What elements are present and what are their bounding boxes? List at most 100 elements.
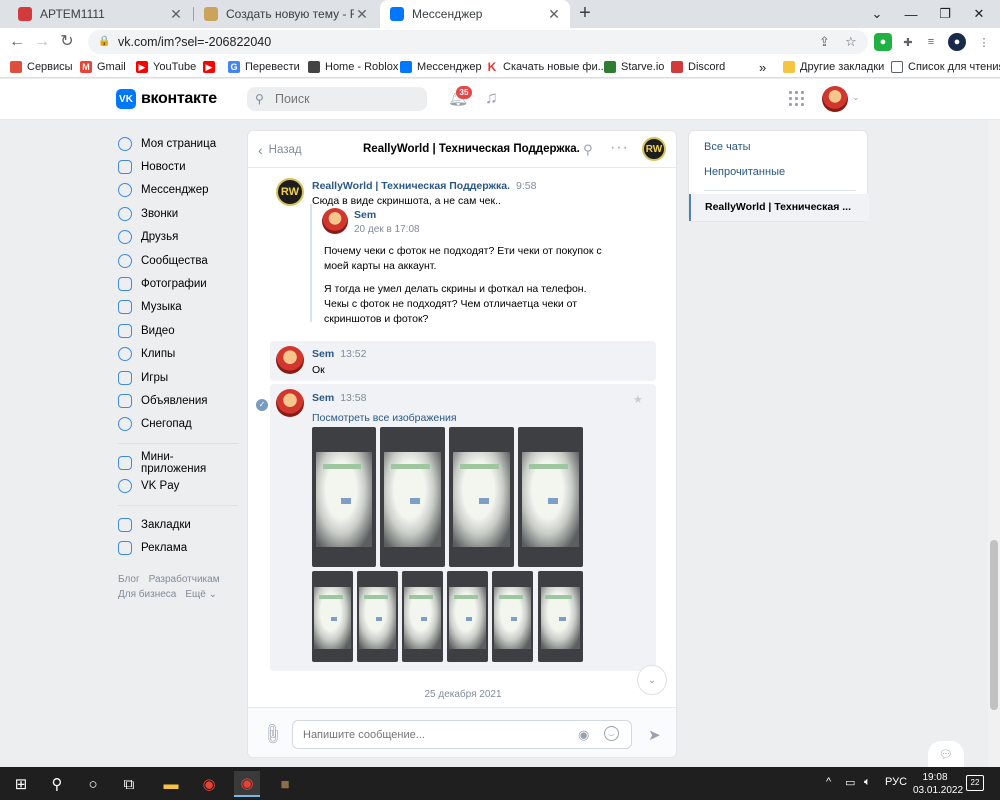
message-author[interactable]: Sem 13:52 bbox=[312, 348, 366, 360]
reading-list[interactable]: Список для чтения bbox=[891, 59, 1000, 75]
new-tab-button[interactable]: + bbox=[574, 3, 596, 25]
menu-dots-icon[interactable]: ⋮ bbox=[975, 33, 993, 51]
forwarded-message[interactable]: Sem 20 дек в 17:08 Почему чеки с фоток н… bbox=[310, 204, 602, 325]
footer-business-link[interactable]: Для бизнеса bbox=[118, 589, 176, 600]
check-icon[interactable]: ✓ bbox=[256, 399, 268, 411]
author-avatar[interactable] bbox=[276, 346, 304, 374]
photo-attachment[interactable] bbox=[402, 571, 443, 662]
chat-title[interactable]: ReallyWorld | Техническая Поддержка. bbox=[363, 143, 580, 155]
all-chats-link[interactable]: Все чаты bbox=[704, 141, 751, 153]
more-dots-icon[interactable]: ··· bbox=[610, 139, 629, 157]
reload-icon[interactable]: ↻ bbox=[56, 31, 78, 53]
bookmark-translate[interactable]: G Перевести bbox=[228, 59, 300, 75]
scrollbar-thumb[interactable] bbox=[990, 540, 998, 710]
close-icon[interactable]: ✕ bbox=[546, 6, 562, 23]
search-input[interactable] bbox=[275, 92, 415, 106]
send-icon[interactable]: ➤ bbox=[648, 726, 661, 744]
photo-attachment[interactable] bbox=[449, 427, 514, 567]
maximize-button[interactable]: ❐ bbox=[928, 0, 962, 28]
windows-start-icon[interactable]: ⊞ bbox=[8, 771, 34, 797]
vk-search[interactable]: ⚲ bbox=[247, 87, 427, 111]
message-author[interactable]: Sem 13:58 bbox=[312, 392, 366, 404]
active-chat-item[interactable]: ReallyWorld | Техническая ... bbox=[689, 194, 869, 221]
minimize-button[interactable]: — bbox=[894, 0, 928, 28]
chat-bubble-icon[interactable]: 💬︎ bbox=[928, 741, 964, 767]
bookmark-gmail[interactable]: M Gmail bbox=[80, 59, 126, 75]
unread-link[interactable]: Непрочитанные bbox=[704, 166, 785, 178]
emoji-icon[interactable]: ‿ bbox=[604, 726, 619, 741]
menu-calls[interactable]: Звонки bbox=[118, 202, 238, 225]
author-avatar[interactable]: RW bbox=[276, 178, 304, 206]
address-bar[interactable]: 🔒 vk.com/im?sel=-206822040 bbox=[88, 30, 868, 54]
menu-advertising[interactable]: Реклама bbox=[118, 536, 238, 559]
chevron-down-icon[interactable]: ⌄ bbox=[852, 92, 860, 103]
photo-attachment[interactable] bbox=[357, 571, 398, 662]
page-scrollbar[interactable] bbox=[988, 120, 1000, 767]
footer-blog-link[interactable]: Блог bbox=[118, 574, 140, 585]
volume-icon[interactable]: 🔈︎ bbox=[864, 776, 871, 789]
search-icon[interactable]: ⚲ bbox=[583, 142, 593, 158]
message-author[interactable]: ReallyWorld | Техническая Поддержка. 9:58 bbox=[312, 180, 536, 192]
cortana-icon[interactable]: ○ bbox=[80, 771, 106, 797]
chrome-icon[interactable]: ◉ bbox=[196, 771, 222, 797]
menu-my-page[interactable]: Моя страница bbox=[118, 132, 238, 155]
author-avatar[interactable] bbox=[276, 389, 304, 417]
notification-center-icon[interactable]: 22 bbox=[966, 775, 984, 791]
language-indicator[interactable]: РУС bbox=[885, 776, 907, 788]
forwarded-avatar[interactable] bbox=[322, 208, 348, 234]
camera-icon[interactable]: ◉ bbox=[578, 727, 589, 743]
bookmarks-overflow[interactable]: » bbox=[759, 59, 766, 75]
forwarded-author[interactable]: Sem bbox=[354, 209, 376, 221]
message-sem-ok[interactable]: Sem 13:52 Ок bbox=[270, 341, 656, 381]
menu-photos[interactable]: Фотографии bbox=[118, 272, 238, 295]
share-icon[interactable]: ⇪ bbox=[819, 34, 830, 50]
view-all-images-link[interactable]: Посмотреть все изображения bbox=[312, 412, 457, 424]
menu-video[interactable]: Видео bbox=[118, 319, 238, 342]
footer-more-link[interactable]: Ещё ⌄ bbox=[185, 589, 217, 600]
search-icon[interactable]: ⚲ bbox=[44, 771, 70, 797]
tray-chevron-icon[interactable]: ^ bbox=[826, 776, 831, 788]
bookmark-starve[interactable]: Starve.io bbox=[604, 59, 664, 75]
menu-games[interactable]: Игры bbox=[118, 366, 238, 389]
close-icon[interactable]: ✕ bbox=[168, 6, 184, 23]
photo-attachment[interactable] bbox=[312, 571, 353, 662]
menu-bookmarks[interactable]: Закладки bbox=[118, 513, 238, 536]
bookmark-discord[interactable]: Discord bbox=[671, 59, 725, 75]
back-arrow-icon[interactable]: ← bbox=[6, 31, 28, 53]
tab-search-icon[interactable]: ⌄ bbox=[860, 0, 894, 28]
media-control-icon[interactable]: ≡ bbox=[922, 33, 940, 51]
close-window-button[interactable]: ✕ bbox=[962, 0, 996, 28]
task-view-icon[interactable]: ⧉ bbox=[116, 771, 142, 797]
footer-developers-link[interactable]: Разработчикам bbox=[149, 574, 220, 585]
minecraft-icon[interactable]: ■ bbox=[272, 771, 298, 797]
chrome-active-icon[interactable]: ◉ bbox=[234, 771, 260, 797]
photo-attachment[interactable] bbox=[447, 571, 488, 662]
bookmark-messenger[interactable]: Мессенджер bbox=[400, 59, 482, 75]
menu-clips[interactable]: Клипы bbox=[118, 343, 238, 366]
author-name[interactable]: Sem bbox=[312, 392, 334, 404]
photo-attachment[interactable] bbox=[312, 427, 376, 567]
tab-messenger[interactable]: Мессенджер ✕ bbox=[380, 0, 570, 28]
photo-attachment[interactable] bbox=[538, 571, 583, 662]
menu-ads[interactable]: Объявления bbox=[118, 389, 238, 412]
photo-attachment[interactable] bbox=[492, 571, 533, 662]
bookmark-youtube[interactable]: ▶ YouTube bbox=[136, 59, 196, 75]
user-avatar[interactable] bbox=[822, 86, 848, 112]
photo-attachment[interactable] bbox=[380, 427, 445, 567]
battery-icon[interactable]: ▭ bbox=[845, 776, 855, 789]
bookmark-youtube-2[interactable]: ▶ bbox=[203, 59, 220, 75]
star-icon[interactable]: ★ bbox=[633, 393, 643, 406]
close-icon[interactable]: ✕ bbox=[354, 6, 370, 23]
lock-icon[interactable]: 🔒 bbox=[98, 36, 110, 48]
menu-vkpay[interactable]: VK Pay bbox=[118, 474, 238, 497]
music-icon[interactable]: ♫ bbox=[485, 88, 498, 108]
author-name[interactable]: Sem bbox=[312, 348, 334, 360]
menu-music[interactable]: Музыка bbox=[118, 296, 238, 319]
puzzle-icon[interactable]: ✚ bbox=[899, 33, 917, 51]
extension-icon[interactable]: ● bbox=[874, 33, 892, 51]
menu-news[interactable]: Новости bbox=[118, 155, 238, 178]
tab-artem[interactable]: АРТЕМ1111 ✕ bbox=[8, 0, 192, 28]
paperclip-icon[interactable]: 📎︎ bbox=[259, 721, 285, 747]
menu-messenger[interactable]: Мессенджер bbox=[118, 179, 238, 202]
bookmark-roblox[interactable]: Home - Roblox bbox=[308, 59, 398, 75]
